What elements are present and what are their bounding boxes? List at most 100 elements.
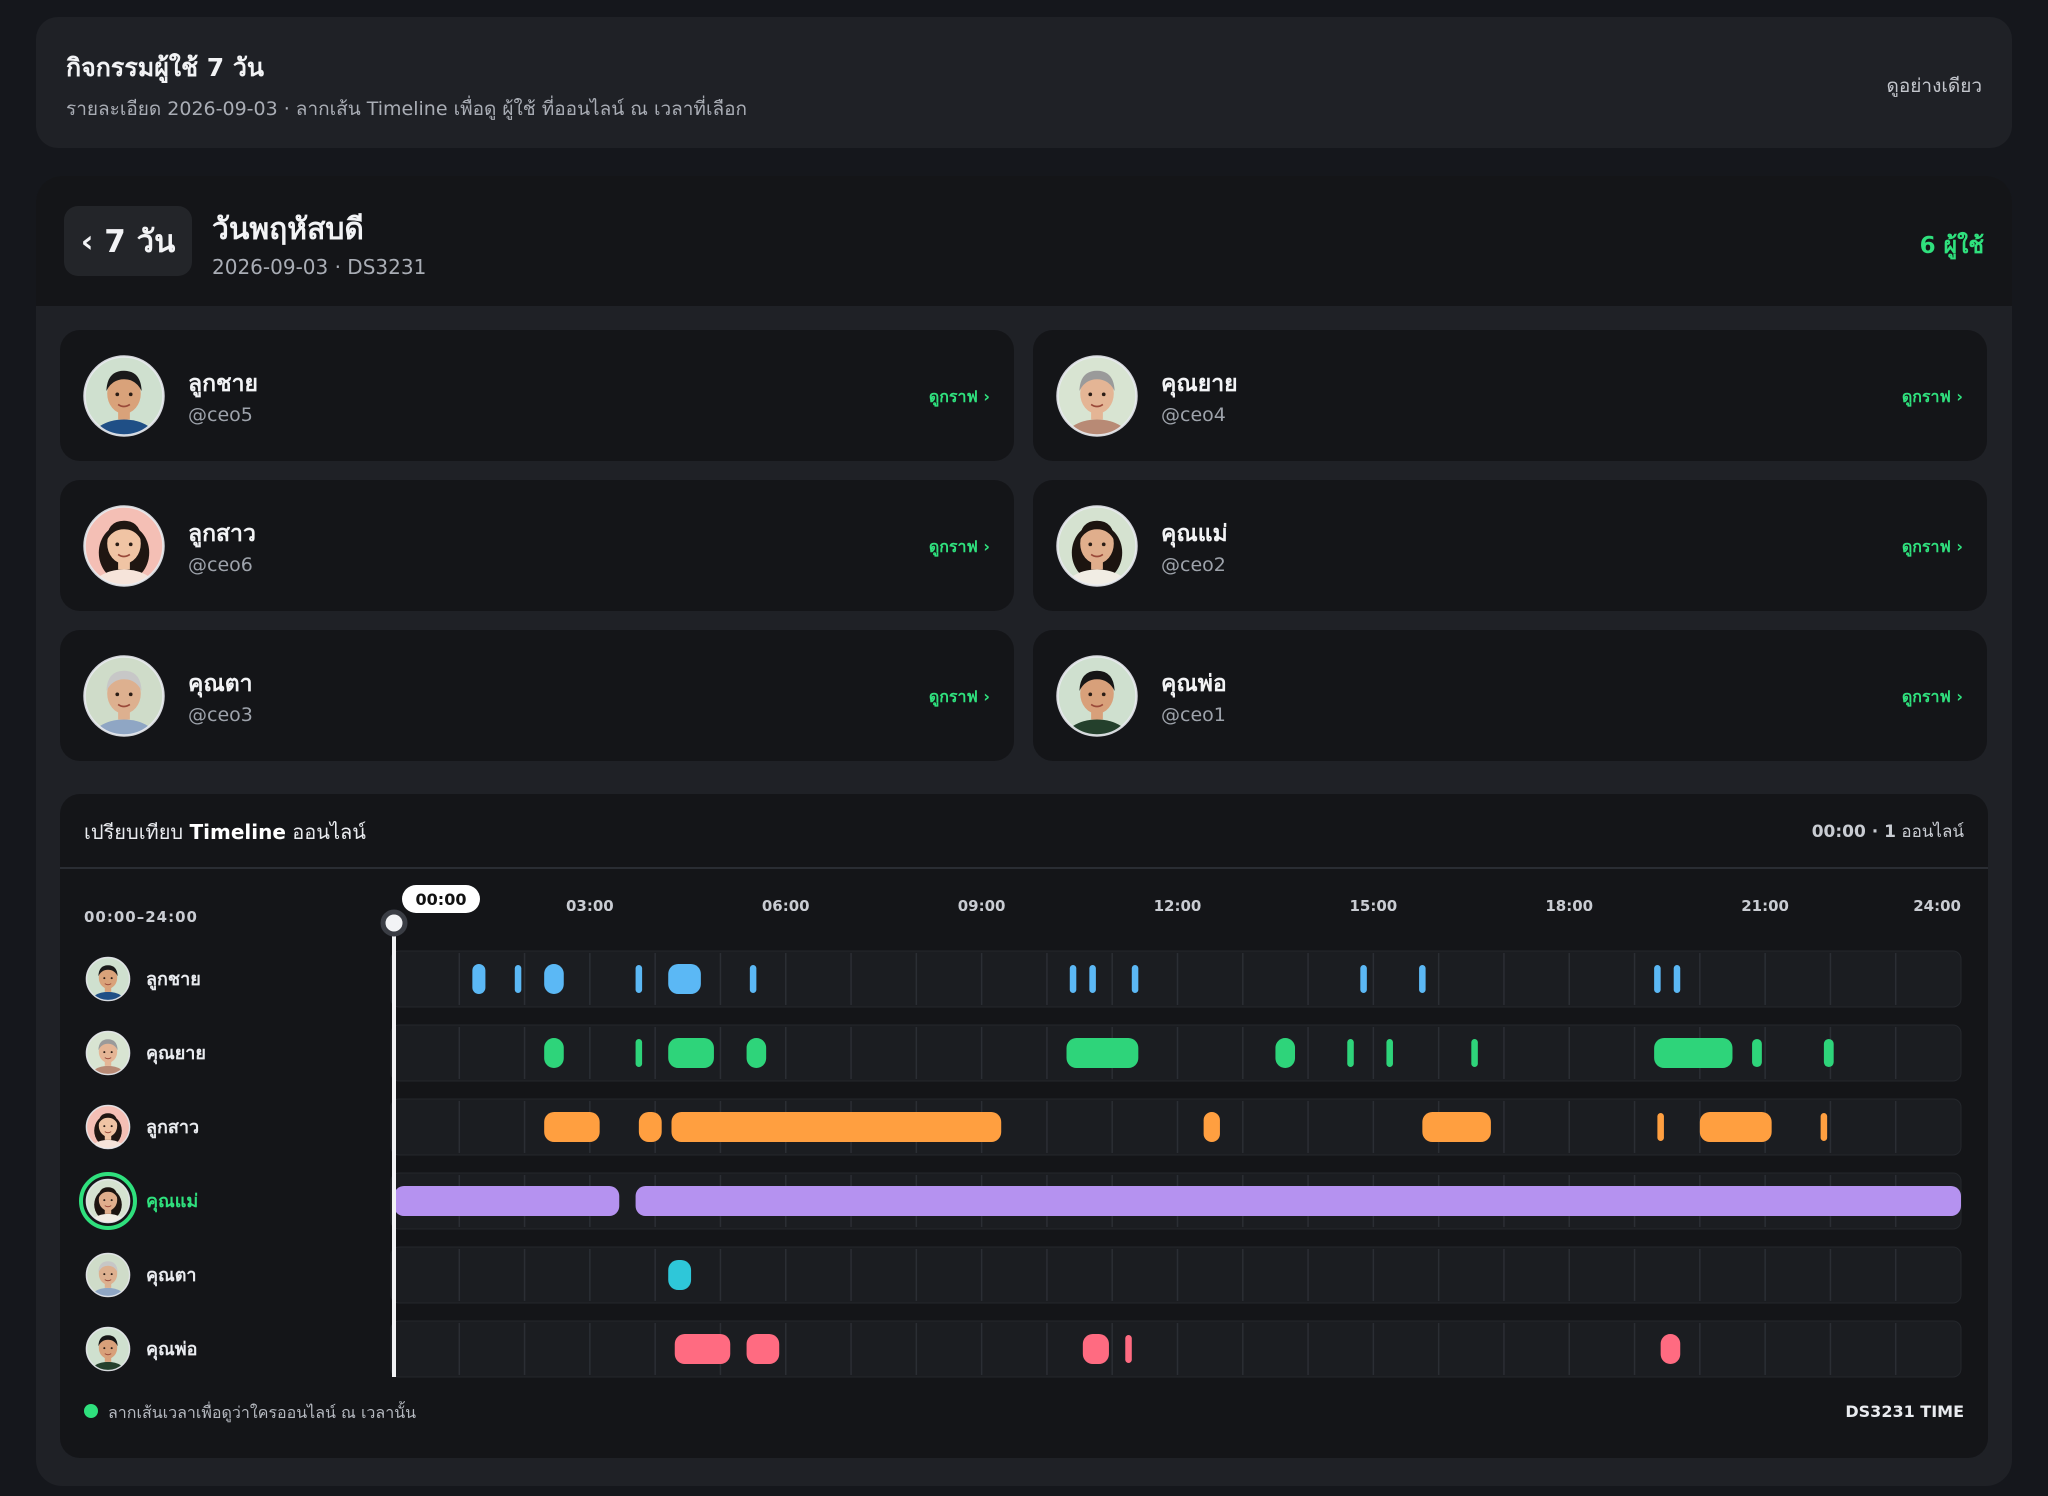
row-label: คุณตา xyxy=(146,1265,197,1287)
online-segment xyxy=(544,1038,564,1068)
timeline-row xyxy=(390,1246,1962,1304)
view-graph-link[interactable]: ดูกราฟ › xyxy=(1902,385,1963,410)
user-name: ลูกสาว xyxy=(188,521,256,547)
hour-tick-label: 21:00 xyxy=(1741,897,1789,915)
avatar-image xyxy=(1056,655,1138,737)
user-name: คุณแม่ xyxy=(1161,521,1228,547)
row-avatar xyxy=(79,1172,137,1230)
timeline-title: เปรียบเทียบ Timeline ออนไลน์ xyxy=(84,820,366,844)
hour-tick-label: 09:00 xyxy=(958,897,1006,915)
row-avatar-image xyxy=(85,956,131,1002)
online-segment xyxy=(1082,1334,1109,1364)
page-subtitle: รายละเอียด 2026-09-03 · ลากเส้น Timeline… xyxy=(66,98,748,120)
day-subtitle: 2026-09-03 · DS3231 xyxy=(212,255,427,279)
lane-background xyxy=(390,1246,1962,1304)
user-handle: @ceo1 xyxy=(1161,704,1226,726)
back-to-7-days-button[interactable]: ‹ 7 วัน xyxy=(64,206,192,276)
avatar xyxy=(1055,354,1139,438)
online-segment xyxy=(514,965,522,993)
online-segment xyxy=(635,1039,643,1067)
online-segment xyxy=(472,964,486,994)
time-scrubber-handle[interactable] xyxy=(380,909,408,937)
avatar xyxy=(82,654,166,738)
online-segment xyxy=(544,1112,600,1142)
user-card[interactable]: คุณยาย @ceo4 ดูกราฟ › xyxy=(1033,330,1987,461)
row-avatar xyxy=(85,1252,131,1298)
header-card: กิจกรรมผู้ใช้ 7 วัน รายละเอียด 2026-09-0… xyxy=(36,17,2012,148)
online-segment xyxy=(1752,1039,1762,1067)
user-card[interactable]: คุณตา @ceo3 ดูกราฟ › xyxy=(60,630,1014,761)
avatar-image xyxy=(83,655,165,737)
user-card[interactable]: คุณพ่อ @ceo1 ดูกราฟ › xyxy=(1033,630,1987,761)
lane-background xyxy=(390,950,1962,1008)
row-avatar-image xyxy=(85,1252,131,1298)
online-segment xyxy=(635,1186,1962,1216)
hour-tick-label: 18:00 xyxy=(1545,897,1593,915)
user-card[interactable]: ลูกชาย @ceo5 ดูกราฟ › xyxy=(60,330,1014,461)
online-segment xyxy=(674,1334,731,1364)
row-avatar-image xyxy=(85,1104,131,1150)
online-segment xyxy=(1660,1334,1681,1364)
row-label: คุณพ่อ xyxy=(146,1339,197,1361)
online-segment xyxy=(746,1038,767,1068)
timeline-row xyxy=(390,1320,1962,1378)
online-segment xyxy=(1066,1038,1139,1068)
online-segment xyxy=(671,1112,1002,1142)
timeline-row xyxy=(390,950,1962,1008)
avatar xyxy=(82,504,166,588)
user-card[interactable]: คุณแม่ @ceo2 ดูกราฟ › xyxy=(1033,480,1987,611)
online-segment xyxy=(1654,1038,1733,1068)
time-source-label: DS3231 TIME xyxy=(1845,1402,1964,1421)
view-graph-link[interactable]: ดูกราฟ › xyxy=(929,685,990,710)
avatar xyxy=(82,354,166,438)
online-segment xyxy=(1823,1039,1834,1067)
page-title: กิจกรรมผู้ใช้ 7 วัน xyxy=(66,53,265,82)
online-segment xyxy=(1422,1112,1491,1142)
online-segment xyxy=(1203,1112,1220,1142)
online-segment xyxy=(1125,1335,1132,1363)
view-graph-link[interactable]: ดูกราฟ › xyxy=(1902,535,1963,560)
online-segment xyxy=(1386,1039,1393,1067)
user-handle: @ceo4 xyxy=(1161,404,1226,426)
lane-background xyxy=(390,1320,1962,1378)
row-avatar-image xyxy=(85,1326,131,1372)
timeline-row xyxy=(390,1098,1962,1156)
hour-tick-label: 15:00 xyxy=(1350,897,1398,915)
hour-tick-label: 12:00 xyxy=(1154,897,1202,915)
row-avatar xyxy=(85,956,131,1002)
online-segment xyxy=(1820,1113,1828,1141)
user-handle: @ceo5 xyxy=(188,404,253,426)
avatar xyxy=(1055,504,1139,588)
day-header: ‹ 7 วัน วันพฤหัสบดี 2026-09-03 · DS3231 … xyxy=(36,176,2012,306)
user-card[interactable]: ลูกสาว @ceo6 ดูกราฟ › xyxy=(60,480,1014,611)
view-graph-link[interactable]: ดูกราฟ › xyxy=(1902,685,1963,710)
timeline-chart[interactable]: 03:00 06:00 09:00 12:00 15:00 18:00 21:00 24:00… xyxy=(60,854,1988,1414)
online-segment xyxy=(1657,1113,1664,1141)
row-label: ลูกสาว xyxy=(146,1117,199,1139)
online-segment xyxy=(749,965,757,993)
view-graph-link[interactable]: ดูกราฟ › xyxy=(929,385,990,410)
online-segment xyxy=(635,965,643,993)
timeline-hint: ลากเส้นเวลาเพื่อดูว่าใครออนไลน์ ณ เวลานั… xyxy=(108,1403,417,1422)
online-segment xyxy=(1069,965,1077,993)
online-segment xyxy=(1347,1039,1354,1067)
user-name: ลูกชาย xyxy=(188,371,259,397)
online-segment xyxy=(1360,965,1367,993)
online-segment xyxy=(746,1334,780,1364)
avatar xyxy=(1055,654,1139,738)
online-segment xyxy=(1699,1112,1772,1142)
view-graph-link[interactable]: ดูกราฟ › xyxy=(929,535,990,560)
avatar-image xyxy=(1056,355,1138,437)
online-segment xyxy=(1471,1039,1478,1067)
legend-dot xyxy=(84,1404,98,1418)
online-segment xyxy=(668,1260,692,1290)
row-label: ลูกชาย xyxy=(146,969,201,991)
timeline-compare-card: เปรียบเทียบ Timeline ออนไลน์ 00:00 · 1 อ… xyxy=(60,794,1988,1458)
online-segment xyxy=(1673,965,1681,993)
hour-tick-label: 03:00 xyxy=(566,897,614,915)
user-handle: @ceo6 xyxy=(188,554,253,576)
online-segment xyxy=(638,1112,662,1142)
avatar-image xyxy=(83,505,165,587)
timeline-row xyxy=(390,1024,1962,1082)
online-segment xyxy=(1275,1038,1296,1068)
